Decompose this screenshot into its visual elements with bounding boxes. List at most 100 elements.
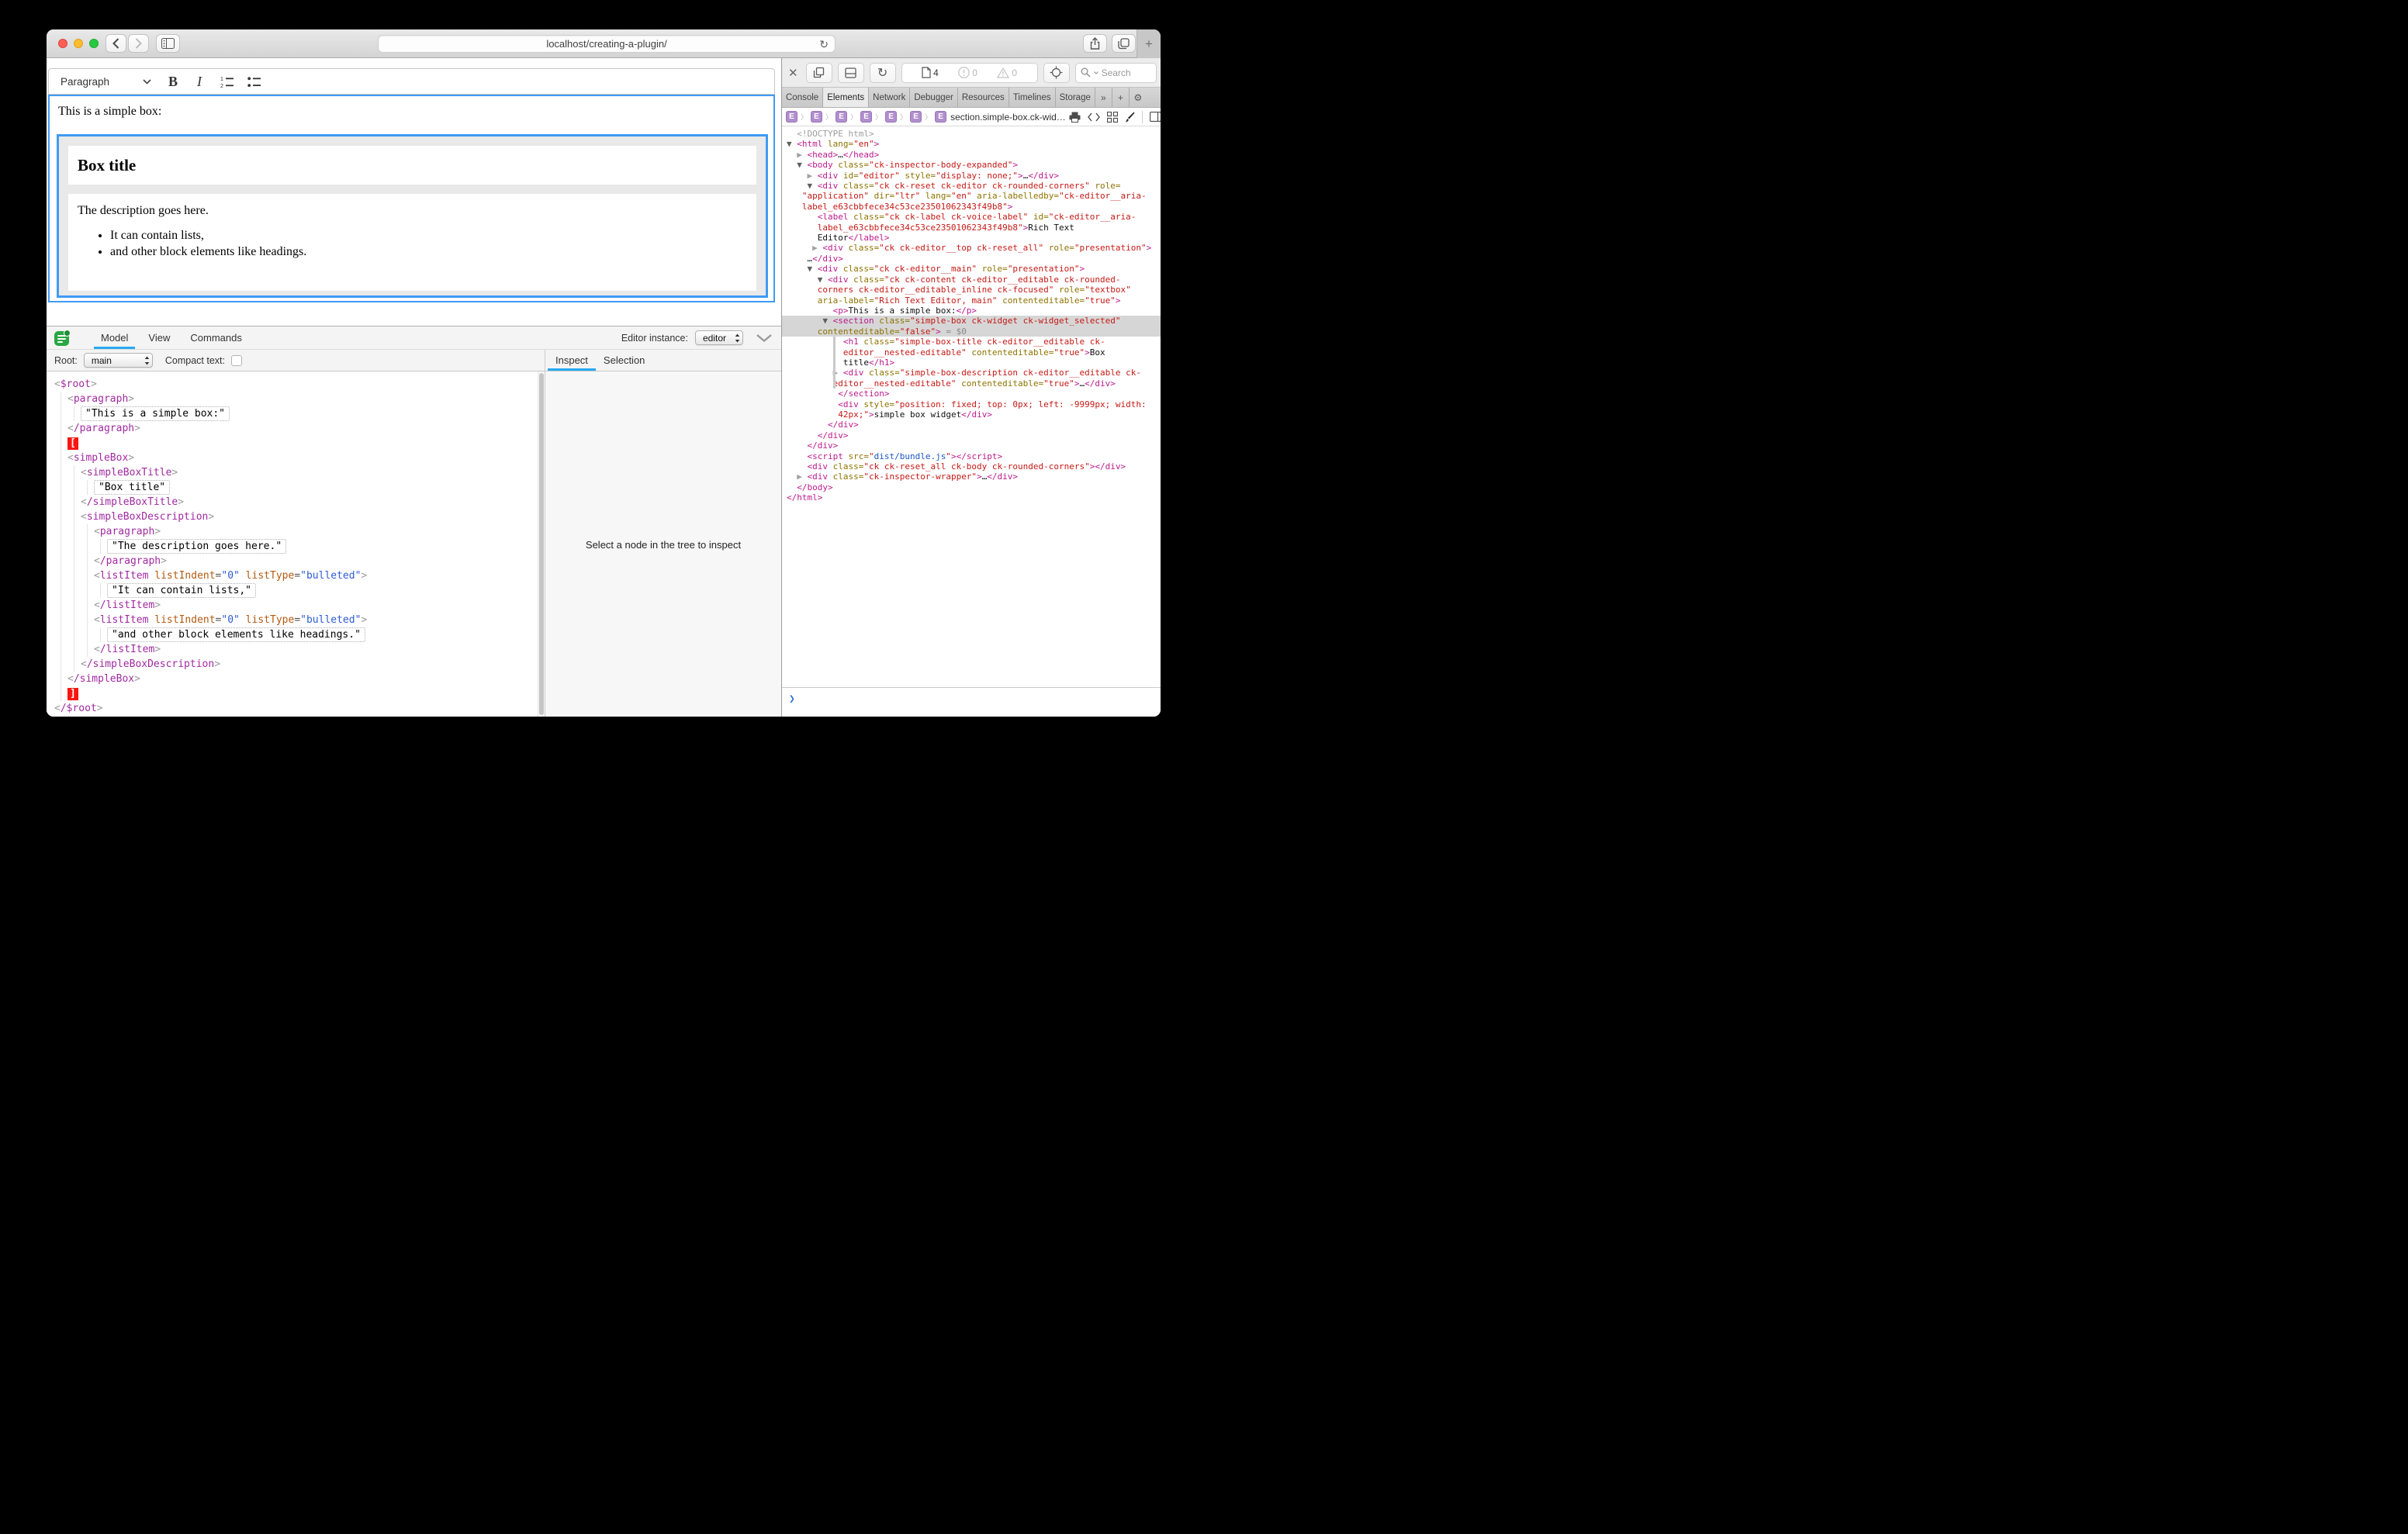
description-list-item[interactable]: It can contain lists, [110,229,747,243]
breadcrumb-element-badge[interactable]: E [885,111,897,123]
model-tree-node[interactable]: <listItem listIndent="0" listType="bulle… [94,613,534,627]
devtools-tab-resources[interactable]: Resources [958,88,1009,107]
simple-box-title[interactable]: Box title [78,156,136,175]
share-button[interactable] [1083,34,1107,53]
model-tree-node[interactable]: </listItem> [94,642,534,657]
reload-page-button[interactable]: ↻ [870,63,896,83]
source-line[interactable]: </html> [782,492,1161,503]
model-tree-node[interactable]: </simpleBox> [67,672,534,686]
collapse-inspector-button[interactable] [756,334,772,342]
source-line[interactable]: ▶ <div class="simple-box-description ck-… [782,368,1161,378]
breadcrumb-element-badge[interactable]: E [860,111,872,123]
source-line[interactable]: ▼ <body class="ck-inspector-body-expande… [782,160,1161,170]
tab-selection[interactable]: Selection [596,350,652,371]
model-text-node[interactable]: "and other block elements like headings.… [107,627,534,642]
model-tree-node[interactable]: </$root> [54,701,534,716]
dock-bottom-button[interactable] [838,63,864,83]
model-tree-node[interactable]: <simpleBox> [67,451,534,465]
source-line[interactable]: <h1 class="simple-box-title ck-editor__e… [782,337,1161,347]
paragraph-style-dropdown[interactable]: Paragraph [61,69,109,94]
model-text-node[interactable]: "This is a simple box:" [81,406,534,421]
source-line[interactable]: editor__nested-editable" contenteditable… [782,347,1161,358]
source-line[interactable]: aria-label="Rich Text Editor, main" cont… [782,295,1161,306]
source-line[interactable]: …</div> [782,254,1161,264]
sidebar-toggle-button[interactable] [156,34,180,53]
model-tree-node[interactable]: </simpleBoxTitle> [81,495,534,510]
error-count[interactable]: 0 [958,67,977,78]
breadcrumb-element-badge[interactable]: E [910,111,922,123]
devtools-tab-storage[interactable]: Storage [1056,88,1095,107]
source-line[interactable]: corners ck-editor__editable_inline ck-fo… [782,285,1161,295]
model-tree-node[interactable]: <simpleBoxDescription> [81,510,534,524]
tab-overflow-button[interactable]: » [1095,88,1112,107]
paragraph-dropdown-chevron[interactable] [143,69,151,94]
devtools-search-field[interactable]: Search [1075,63,1157,83]
numbered-list-button[interactable]: 1 2 [216,69,237,94]
source-line[interactable]: ▶ <head>…</head> [782,150,1161,160]
grid-icon[interactable] [1107,112,1118,123]
selection-marker[interactable]: [ [67,436,534,451]
source-line[interactable]: Editor</label> [782,233,1161,243]
devtools-tab-network[interactable]: Network [869,88,910,107]
rich-text-editable[interactable]: This is a simple box: Box title The desc… [48,95,775,302]
model-tree-node[interactable]: <paragraph> [67,392,534,406]
source-line[interactable]: contenteditable="false"> = $0 [782,326,1161,337]
model-tree-node[interactable]: </simpleBoxDescription> [81,657,534,672]
window-close-button[interactable] [58,39,67,48]
window-minimize-button[interactable] [74,39,83,48]
source-line[interactable]: <label class="ck ck-label ck-voice-label… [782,212,1161,222]
source-line[interactable]: label_e63cbbfece34c53ce23501062343f49b8"… [782,223,1161,233]
breadcrumb-element-badge[interactable]: E [786,111,797,123]
model-tree-node[interactable]: <listItem listIndent="0" listType="bulle… [94,568,534,583]
model-tree-node[interactable]: <simpleBoxTitle> [81,465,534,480]
tab-commands[interactable]: Commands [180,326,251,349]
source-line[interactable]: </body> [782,482,1161,492]
model-tree-scrollbar[interactable] [538,371,545,717]
source-line[interactable]: <p>This is a simple box:</p> [782,306,1161,316]
simple-box-widget[interactable]: Box title The description goes here. It … [57,134,768,298]
source-line[interactable]: label_e63cbbfece34c53ce23501062343f49b8"… [782,202,1161,212]
element-picker-button[interactable] [1043,63,1070,83]
source-line[interactable]: ▼ <div class="ck ck-content ck-editor__e… [782,275,1161,285]
source-line[interactable]: <div style="position: fixed; top: 0px; l… [782,399,1161,409]
simple-box-description-area[interactable]: The description goes here. It can contai… [68,194,756,291]
tab-overview-button[interactable] [1112,34,1136,53]
compact-text-checkbox[interactable] [231,355,242,366]
window-zoom-button[interactable] [89,39,99,48]
breadcrumb-element-badge[interactable]: E [935,111,946,123]
source-line[interactable]: </section> [782,389,1161,399]
warning-count[interactable]: 0 [997,67,1017,78]
description-list-item[interactable]: and other block elements like headings. [110,245,747,259]
source-line[interactable]: ▶ <div class="ck-inspector-wrapper">…</d… [782,472,1161,482]
source-line[interactable]: 42px;">simple box widget</div> [782,409,1161,420]
forward-button[interactable] [128,34,149,53]
close-devtools-button[interactable]: ✕ [786,66,801,80]
model-tree-node[interactable]: </paragraph> [94,554,534,568]
source-line[interactable]: </div> [782,420,1161,430]
source-line[interactable]: ▼ <section class="simple-box ck-widget c… [782,316,1161,326]
model-text-node[interactable]: "It can contain lists," [107,583,534,598]
editor-instance-select[interactable]: editor [695,330,743,345]
source-line[interactable]: editor__nested-editable" contenteditable… [782,378,1161,389]
source-line[interactable]: ▼ <div class="ck ck-reset ck-editor ck-r… [782,181,1161,191]
devtools-tab-debugger[interactable]: Debugger [910,88,958,107]
source-line[interactable]: <script src="dist/bundle.js"></script> [782,451,1161,461]
model-text-node[interactable]: "Box title" [94,480,534,495]
bold-button[interactable]: B [164,69,182,94]
description-paragraph[interactable]: The description goes here. [78,204,747,218]
devtools-tab-console[interactable]: Console [782,88,823,107]
source-line[interactable]: ▼ <html lang="en"> [782,139,1161,149]
new-tab-button[interactable]: + [1137,29,1161,58]
editor-paragraph[interactable]: This is a simple box: [58,105,161,119]
add-tab-button[interactable]: + [1112,88,1130,107]
scrollbar-thumb[interactable] [539,373,544,715]
source-line[interactable]: ▼ <div class="ck ck-editor__main" role="… [782,264,1161,274]
settings-gear-icon[interactable]: ⚙ [1130,88,1147,107]
source-line[interactable]: </div> [782,441,1161,451]
reload-icon[interactable]: ↻ [819,39,829,50]
details-sidebar-toggle-icon[interactable] [1150,112,1161,122]
root-select[interactable]: main [84,353,153,368]
tab-view[interactable]: View [138,326,180,349]
back-button[interactable] [106,34,126,53]
print-icon[interactable] [1069,112,1081,123]
